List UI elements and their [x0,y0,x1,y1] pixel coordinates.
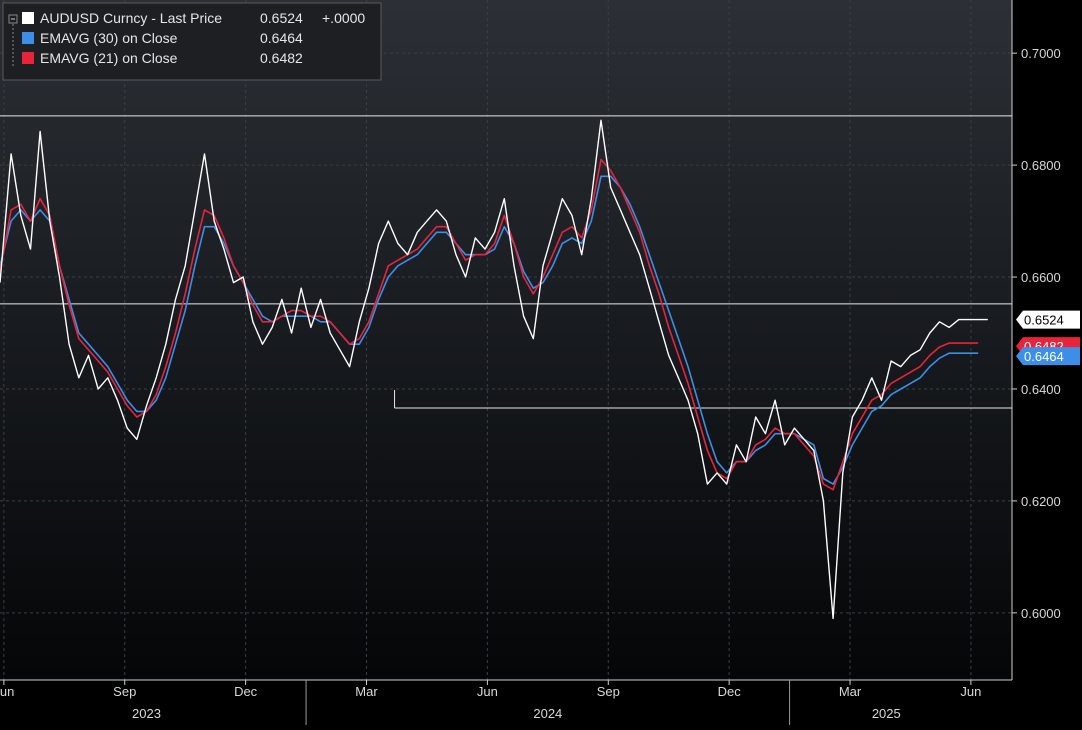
year-label: 2023 [132,706,161,721]
price-tag: 0.6524 [1016,310,1080,329]
y-tick-label: 0.7000 [1021,46,1061,61]
x-tick-label: Mar [839,684,862,699]
legend-swatch [22,12,34,24]
audusd-chart[interactable]: 0.7000 0.6800 0.6600 0.6400 0.6200 0.6000 Jun… [0,0,1082,725]
legend: AUDUSD Curncy - Last Price 0.6524 +.0000 EM… [2,2,382,81]
x-tick-label: Dec [718,684,742,699]
x-tick-label: Jun [960,684,981,699]
x-tick-label: Mar [355,684,378,699]
legend-series-value: 0.6524 [260,10,303,26]
legend-series-name: EMAVG (21) on Close [40,50,178,66]
legend-series-name: AUDUSD Curncy - Last Price [40,10,222,26]
x-tick-label: Sep [113,684,136,699]
legend-series-change: +.0000 [322,10,365,26]
y-tick-label: 0.6200 [1021,494,1061,509]
year-label: 2025 [872,706,901,721]
price-tag-label: 0.6524 [1024,313,1064,328]
y-tick-label: 0.6000 [1021,606,1061,621]
price-tag-label: 0.6464 [1024,349,1064,364]
price-tags: 0.64820.64640.6524 [1016,310,1080,366]
x-tick-label: Sep [597,684,620,699]
legend-series-name: EMAVG (30) on Close [40,30,178,46]
x-tick-label: Dec [234,684,258,699]
y-tick-label: 0.6400 [1021,382,1061,397]
x-tick-label: Jun [0,684,14,699]
price-tag: 0.6464 [1016,347,1080,366]
chart-root: 0.7000 0.6800 0.6600 0.6400 0.6200 0.6000 Jun… [0,0,1082,725]
legend-swatch [22,32,34,44]
legend-series-value: 0.6482 [260,50,303,66]
legend-series-value: 0.6464 [260,30,303,46]
y-tick-label: 0.6800 [1021,158,1061,173]
y-tick-label: 0.6600 [1021,270,1061,285]
x-tick-label: Jun [477,684,498,699]
year-label: 2024 [533,706,562,721]
plot-background [0,0,1012,680]
legend-swatch [22,52,34,64]
